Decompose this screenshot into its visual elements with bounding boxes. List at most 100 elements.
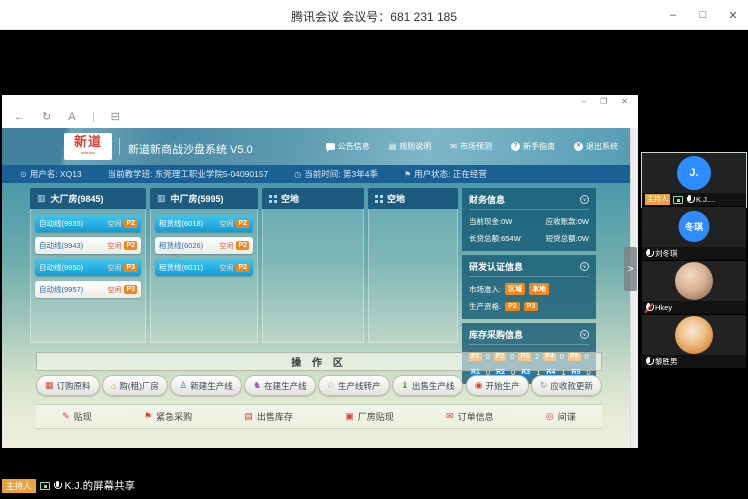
collapse-icon[interactable]: ∨ [580, 195, 589, 204]
participant-name: 黎胜男 [655, 356, 678, 367]
participant-name-bar: Hkey [642, 301, 746, 314]
shared-screen-window: – ❐ ✕ ← ↻ A ⊟ 新道 seentao 新道新商战沙盘系统 V5.0 [2, 95, 638, 448]
shared-minimize-button[interactable]: – [582, 97, 586, 106]
menu-announcements[interactable]: 公告信息 [326, 141, 370, 152]
participant-tile[interactable]: Hkey [642, 261, 746, 315]
chevron-right-icon[interactable]: > [624, 247, 637, 291]
production-line[interactable]: 自动线(9943) 空闲 P2 [35, 237, 141, 254]
meeting-title: 腾讯会议 会议号：681 231 185 [0, 8, 748, 25]
meeting-titlebar: 腾讯会议 会议号：681 231 185 – □ ✕ [0, 0, 748, 30]
minimize-button[interactable]: – [658, 0, 688, 30]
spy-button[interactable]: ◎ 间谍 [546, 410, 576, 423]
sell-stock-icon: ▤ [244, 411, 253, 422]
host-badge: 主持人 [2, 479, 36, 493]
factory-icon: ▥ [37, 193, 46, 204]
menu-label: 规则说明 [399, 141, 431, 152]
button-label: 购(租)厂房 [119, 380, 159, 392]
factory-name: 中厂房(5995) [171, 192, 224, 205]
urgent-purchase-button[interactable]: ⚑ 紧急采购 [144, 410, 192, 423]
factory-header[interactable]: ▥ 中厂房(5995) [150, 188, 258, 209]
finance-row: 当前现金:0W 应收账款:0W [469, 216, 589, 227]
browser-toolbar: ← ↻ A ⊟ [14, 110, 120, 123]
line-label: 租赁线(6031) [159, 262, 219, 273]
receivables-update-button[interactable]: ↻ 应收款更新 [531, 375, 602, 396]
empty-land-header[interactable]: 空地 [368, 188, 458, 209]
discount-button[interactable]: ✎ 贴现 [62, 410, 92, 423]
urgent-buy-icon: ⚑ [144, 411, 152, 422]
question-circle-icon: ? [511, 142, 520, 151]
production-line[interactable]: 自动线(9950) 空闲 P3 [35, 259, 141, 276]
tool-label: 贴现 [74, 410, 92, 423]
line-product-badge: P3 [124, 263, 137, 272]
refresh-icon: ↻ [540, 380, 548, 391]
factory-discount-icon: ▣ [345, 411, 354, 422]
new-production-line-button[interactable]: ♙ 新建生产线 [170, 375, 242, 396]
empty-land-header[interactable]: 空地 [262, 188, 364, 209]
line-product-badge: P2 [236, 241, 249, 250]
line-label: 租赁线(6026) [159, 240, 219, 251]
operation-area-title: 操 作 区 [291, 354, 347, 369]
sell-production-line-button[interactable]: ♝ 出售生产线 [392, 375, 464, 396]
start-production-button[interactable]: ◉ 开始生产 [466, 375, 529, 396]
maximize-button[interactable]: □ [688, 0, 718, 30]
menu-rules[interactable]: ▤ 规则说明 [389, 141, 432, 152]
produce-badge: P3 [524, 302, 539, 311]
order-info-button[interactable]: ✉ 订单信息 [446, 410, 494, 423]
meeting-stage: – ❐ ✕ ← ↻ A ⊟ 新道 seentao 新道新商战沙盘系统 V5.0 [0, 30, 748, 499]
back-icon[interactable]: ← [14, 111, 25, 123]
line-status: 空闲 [107, 263, 121, 273]
line-status: 空闲 [107, 219, 121, 229]
flag-icon: ⚑ [404, 170, 411, 179]
line-conversion-button[interactable]: ♘ 生产线转产 [318, 375, 390, 396]
land-name: 空地 [387, 192, 405, 205]
operation-area-bar: 操 作 区 [36, 352, 602, 371]
participant-tile[interactable]: 黎胜男 [642, 315, 746, 369]
factory-header[interactable]: ▥ 大厂房(9845) [30, 188, 146, 209]
status-user-text: 用户名: XQ13 [30, 168, 82, 180]
shared-maximize-button[interactable]: ❐ [600, 97, 607, 106]
production-line[interactable]: 自动线(9957) 空闲 P3 [35, 281, 141, 298]
collapse-icon[interactable]: ∨ [580, 330, 589, 339]
operation-buttons: ▦ 订购原料 ⌂ 购(租)厂房 ♙ 新建生产线 ♞ 在建生产线 [36, 375, 602, 396]
chat-bubble-icon [326, 143, 335, 150]
buy-rent-factory-button[interactable]: ⌂ 购(租)厂房 [102, 375, 168, 396]
production-line[interactable]: 租赁线(6026) 空闲 P2 [155, 237, 253, 254]
user-icon: ⊙ [20, 170, 27, 179]
line-status: 空闲 [219, 263, 233, 273]
factory-discount-button[interactable]: ▣ 厂房贴现 [345, 410, 394, 423]
menu-label: 退出系统 [586, 141, 618, 152]
save-icon[interactable]: ⊟ [111, 110, 120, 123]
shared-window-controls: – ❐ ✕ [582, 97, 628, 106]
menu-exit-system[interactable]: ✕ 退出系统 [574, 141, 618, 152]
short-loan-value: 短贷总额:0W [546, 233, 589, 244]
production-line[interactable]: 租赁线(6031) 空闲 P2 [155, 259, 253, 276]
participant-tile-host[interactable]: J. 主持人 K.J.... [642, 153, 746, 207]
menu-beginner-guide[interactable]: ? 新手指南 [511, 141, 555, 152]
status-time-text: 当前时间: 第3年4季 [304, 168, 378, 180]
menu-market-forecast[interactable]: ✉ 市场预测 [450, 141, 492, 152]
status-bar: ⊙ 用户名: XQ13 当前教学班: 东莞理工职业学院5-04090157 ◷ … [2, 165, 630, 183]
order-materials-button[interactable]: ▦ 订购原料 [36, 375, 100, 396]
builder-icon: ♞ [253, 380, 261, 391]
participant-tile[interactable]: 冬琪 刘冬琪 [642, 207, 746, 261]
shared-close-button[interactable]: ✕ [621, 97, 628, 106]
sell-inventory-button[interactable]: ▤ 出售库存 [244, 410, 293, 423]
factory-lines: 租赁线(6018) 空闲 P2 租赁线(6026) 空闲 P2 租赁线(6031… [150, 209, 258, 343]
clock-icon: ◷ [294, 170, 301, 179]
avatar [675, 262, 713, 300]
refresh-icon[interactable]: ↻ [42, 110, 51, 123]
collapse-icon[interactable]: ∨ [580, 262, 589, 271]
spy-icon: ◎ [546, 411, 554, 422]
in-construction-line-button[interactable]: ♞ 在建生产线 [244, 375, 316, 396]
status-user: ⊙ 用户名: XQ13 [20, 168, 82, 180]
production-line[interactable]: 租赁线(6018) 空闲 P2 [155, 215, 253, 232]
close-button[interactable]: ✕ [718, 0, 748, 30]
receivable-value: 应收账款:0W [546, 216, 589, 227]
discount-icon: ✎ [62, 411, 70, 422]
font-size-icon[interactable]: A [68, 111, 75, 123]
button-label: 订购原料 [57, 380, 91, 392]
plot-medium-factory: ▥ 中厂房(5995) 租赁线(6018) 空闲 P2 租赁线(6026) [150, 188, 258, 343]
plot-empty-land: 空地 [368, 188, 458, 343]
production-line[interactable]: 自动线(9935) 空闲 P2 [35, 215, 141, 232]
status-time: ◷ 当前时间: 第3年4季 [294, 168, 378, 180]
